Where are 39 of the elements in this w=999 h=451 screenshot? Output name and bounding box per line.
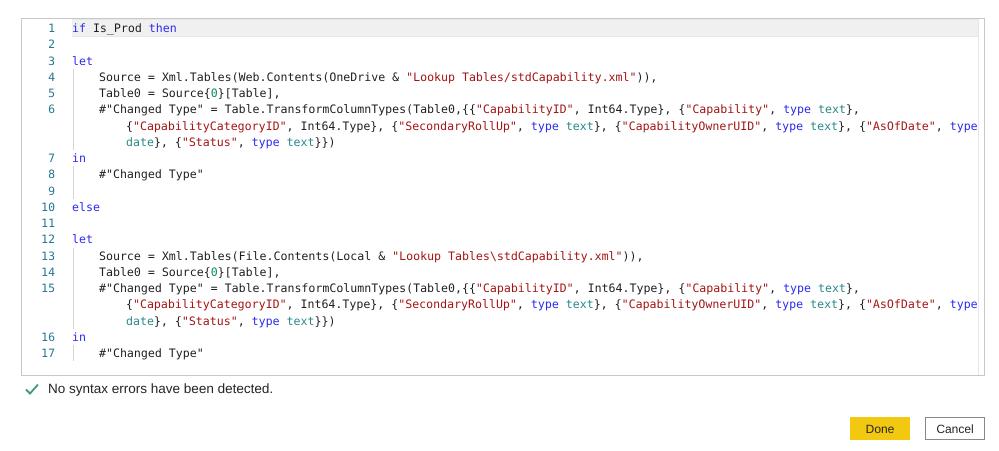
code-line: let — [72, 232, 93, 246]
code-line: {"CapabilityCategoryID", Int64.Type}, {"SecondaryRollUp", type text}, {"CapabilityOwnerUID", type text}, {"AsOfDate", type — [126, 297, 978, 312]
code-line: #"Changed Type" — [99, 346, 204, 360]
line-number: 7 — [48, 151, 55, 165]
cancel-button[interactable]: Cancel — [925, 417, 985, 440]
code-line: Source = Xml.Tables(Web.Contents(OneDrive & "Lookup Tables/stdCapability.xml")), — [99, 70, 658, 84]
line-number: 15 — [41, 281, 55, 295]
line-number: 2 — [48, 37, 55, 52]
line-number: 1 — [48, 21, 55, 35]
code-line: {"CapabilityCategoryID", Int64.Type}, {"SecondaryRollUp", type text}, {"CapabilityOwnerUID", type text}, {"AsOfDate", type — [126, 118, 978, 132]
code-line: date}, {"Status", type text}}) — [126, 134, 336, 149]
line-number: 17 — [41, 346, 55, 360]
line-number: 3 — [48, 54, 55, 68]
line-number: 11 — [41, 216, 55, 230]
line-number: 8 — [48, 167, 55, 182]
line-number: 10 — [41, 200, 55, 214]
line-number: 6 — [48, 102, 55, 116]
code-line: Source = Xml.Tables(File.Contents(Local & "Lookup Tables\stdCapability.xml")), — [99, 248, 644, 262]
code-editor[interactable] — [21, 18, 985, 376]
line-number: 4 — [48, 70, 55, 84]
line-number: 16 — [41, 330, 55, 344]
code-line: date}, {"Status", type text}}) — [126, 314, 336, 328]
line-number: 13 — [41, 248, 55, 262]
code-line: Table0 = Source{0}[Table], — [99, 264, 280, 279]
line-number: 5 — [48, 86, 55, 100]
line-number: 9 — [48, 184, 55, 198]
code-line: in — [72, 330, 86, 344]
code-line: if Is_Prod then — [72, 21, 177, 35]
code-line: Table0 = Source{0}[Table], — [99, 86, 280, 100]
line-number: 12 — [41, 232, 55, 246]
code-line: else — [72, 200, 100, 214]
code-line: #"Changed Type" = Table.TransformColumnTypes(Table0,{{"CapabilityID", Int64.Type}, {"Capability", type text}, — [99, 102, 860, 116]
line-number: 14 — [41, 264, 55, 279]
status-message: No syntax errors have been detected. — [48, 381, 274, 396]
code-line: let — [72, 54, 93, 68]
code-line: #"Changed Type" — [99, 167, 204, 182]
code-line: #"Changed Type" = Table.TransformColumnTypes(Table0,{{"CapabilityID", Int64.Type}, {"Capability", type text}, — [99, 281, 860, 295]
code-line: in — [72, 151, 86, 165]
done-button[interactable]: Done — [850, 417, 910, 440]
